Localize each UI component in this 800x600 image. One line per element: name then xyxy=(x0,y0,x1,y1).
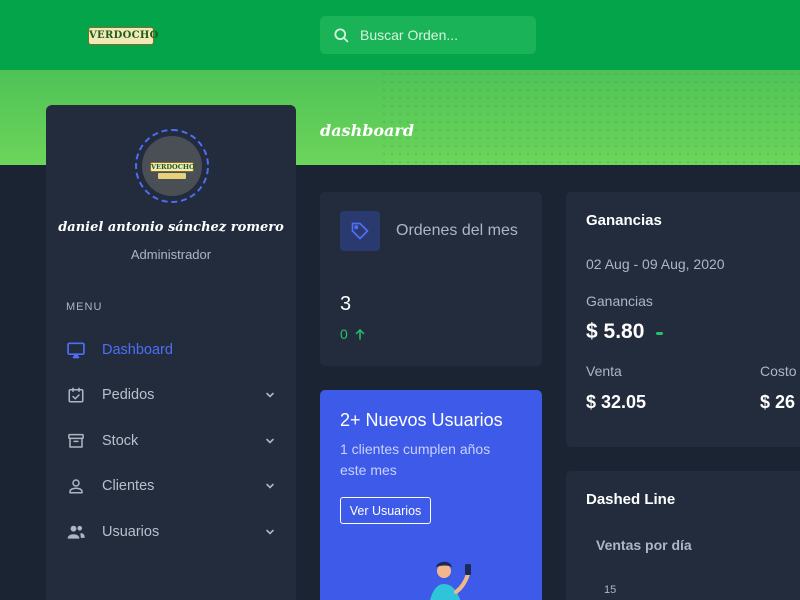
cost-label: Costo xyxy=(760,363,797,379)
cost-value: $ 26 xyxy=(760,392,796,412)
orders-count: 3 xyxy=(340,293,352,315)
orders-delta-value: 0 xyxy=(340,326,348,342)
chart-title: Dashed Line xyxy=(586,491,676,508)
chart-y-tick: 15 xyxy=(604,584,617,596)
avatar-logo-ribbon xyxy=(158,173,186,179)
earnings-value: $ 5.80 xyxy=(586,320,645,343)
chevron-down-icon[interactable] xyxy=(264,480,276,492)
sidebar-item-clientes[interactable]: Clientes xyxy=(66,471,276,501)
users-icon xyxy=(66,522,86,542)
orders-card: Ordenes del mes 3 0 xyxy=(320,192,542,366)
archive-icon xyxy=(66,431,86,451)
sidebar-item-label: Pedidos xyxy=(102,387,155,403)
user-name: daniel antonio sánchez romero xyxy=(58,220,284,235)
avatar-image: VERDOCHO xyxy=(142,136,202,196)
user-icon xyxy=(66,476,86,496)
sidebar-item-dashboard[interactable]: Dashboard xyxy=(66,335,276,365)
person-illustration xyxy=(430,561,471,600)
new-users-subtitle: 1 clientes cumplen años este mes xyxy=(340,441,491,478)
orders-title: Ordenes del mes xyxy=(396,222,518,239)
search-icon xyxy=(334,28,349,43)
banner-pattern xyxy=(380,70,800,165)
earnings-title: Ganancias xyxy=(586,212,662,229)
new-users-title: 2+ Nuevos Usuarios xyxy=(340,410,503,430)
avatar-logo-text: VERDOCHO xyxy=(150,162,195,172)
sidebar-item-stock[interactable]: Stock xyxy=(66,426,276,456)
calendar-icon xyxy=(66,385,86,405)
earnings-card: Ganancias 02 Aug - 09 Aug, 2020 Ganancia… xyxy=(566,192,800,447)
chevron-down-icon[interactable] xyxy=(264,435,276,447)
sidebar-item-label: Clientes xyxy=(102,478,155,494)
page-title: dashboard xyxy=(320,121,415,140)
sidebar-item-label: Dashboard xyxy=(102,342,173,358)
search-input[interactable] xyxy=(360,16,530,54)
dashed-line-chart-card: Dashed Line Ventas por día 15 xyxy=(566,471,800,600)
orders-delta: 0 xyxy=(340,326,366,342)
sale-value: $ 32.05 xyxy=(586,392,647,412)
sale-label: Venta xyxy=(586,363,622,379)
chevron-down-icon[interactable] xyxy=(264,389,276,401)
sidebar: VERDOCHO daniel antonio sánchez romero A… xyxy=(46,105,296,600)
avatar[interactable]: VERDOCHO xyxy=(135,129,209,203)
chart-subtitle: Ventas por día xyxy=(596,537,692,553)
user-role: Administrador xyxy=(130,247,212,262)
tag-icon xyxy=(340,211,380,251)
sidebar-item-usuarios[interactable]: Usuarios xyxy=(66,517,276,547)
sidebar-item-label: Stock xyxy=(102,433,139,449)
earnings-indicator xyxy=(656,332,663,335)
sidebar-item-pedidos[interactable]: Pedidos xyxy=(66,380,276,410)
brand-logo[interactable]: VERDOCHO xyxy=(88,27,158,45)
arrow-up-icon xyxy=(355,328,365,340)
menu-heading: MENU xyxy=(66,301,103,313)
view-users-button[interactable]: Ver Usuarios xyxy=(340,497,431,524)
monitor-icon xyxy=(66,340,86,360)
search-box[interactable] xyxy=(320,16,536,54)
earnings-date-range: 02 Aug - 09 Aug, 2020 xyxy=(586,256,725,272)
chevron-down-icon[interactable] xyxy=(264,526,276,538)
earnings-label: Ganancias xyxy=(586,293,653,309)
new-users-card: 2+ Nuevos Usuarios 1 clientes cumplen añ… xyxy=(320,390,542,600)
top-header: VERDOCHO xyxy=(0,0,800,70)
sidebar-item-label: Usuarios xyxy=(102,524,160,540)
